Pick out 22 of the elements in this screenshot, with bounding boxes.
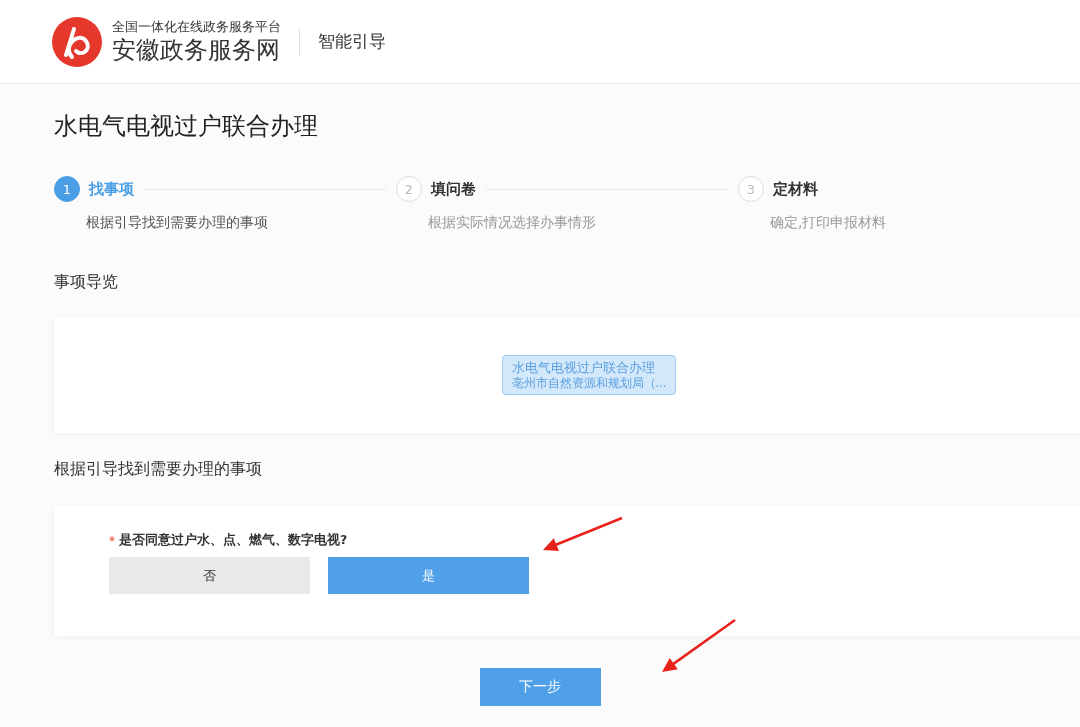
step-title: 填问卷 [431, 179, 476, 199]
next-button[interactable]: 下一步 [479, 668, 601, 706]
section-label: 根据引导找到需要办理的事项 [54, 459, 262, 478]
step-description: 确定,打印申报材料 [770, 214, 888, 232]
step-title: 定材料 [773, 179, 818, 199]
section-label: 事项导览 [54, 272, 118, 291]
logo-icon [52, 16, 102, 67]
step-title: 找事项 [89, 179, 134, 199]
item-node[interactable]: 水电气电视过户联合办理 亳州市自然资源和规划局（... [501, 355, 677, 395]
step-description: 根据实际情况选择办事情形 [428, 214, 597, 232]
platform-name: 安徽政务服务网 [112, 34, 281, 65]
required-mark: * [109, 533, 115, 548]
step-number: 2 [396, 176, 422, 202]
step-number: 1 [54, 176, 80, 202]
page-title: 水电气电视过户联合办理 [54, 111, 319, 142]
section-title: 智能引导 [318, 30, 386, 53]
question-text: 是否同意过户水、点、燃气、数字电视? [119, 532, 348, 549]
option-button[interactable]: 是 [328, 557, 529, 594]
platform-subtitle: 全国一体化在线政务服务平台 [112, 18, 281, 35]
step-number: 3 [738, 176, 764, 202]
step-description: 根据引导找到需要办理的事项 [86, 214, 269, 232]
option-button[interactable]: 否 [109, 557, 310, 594]
